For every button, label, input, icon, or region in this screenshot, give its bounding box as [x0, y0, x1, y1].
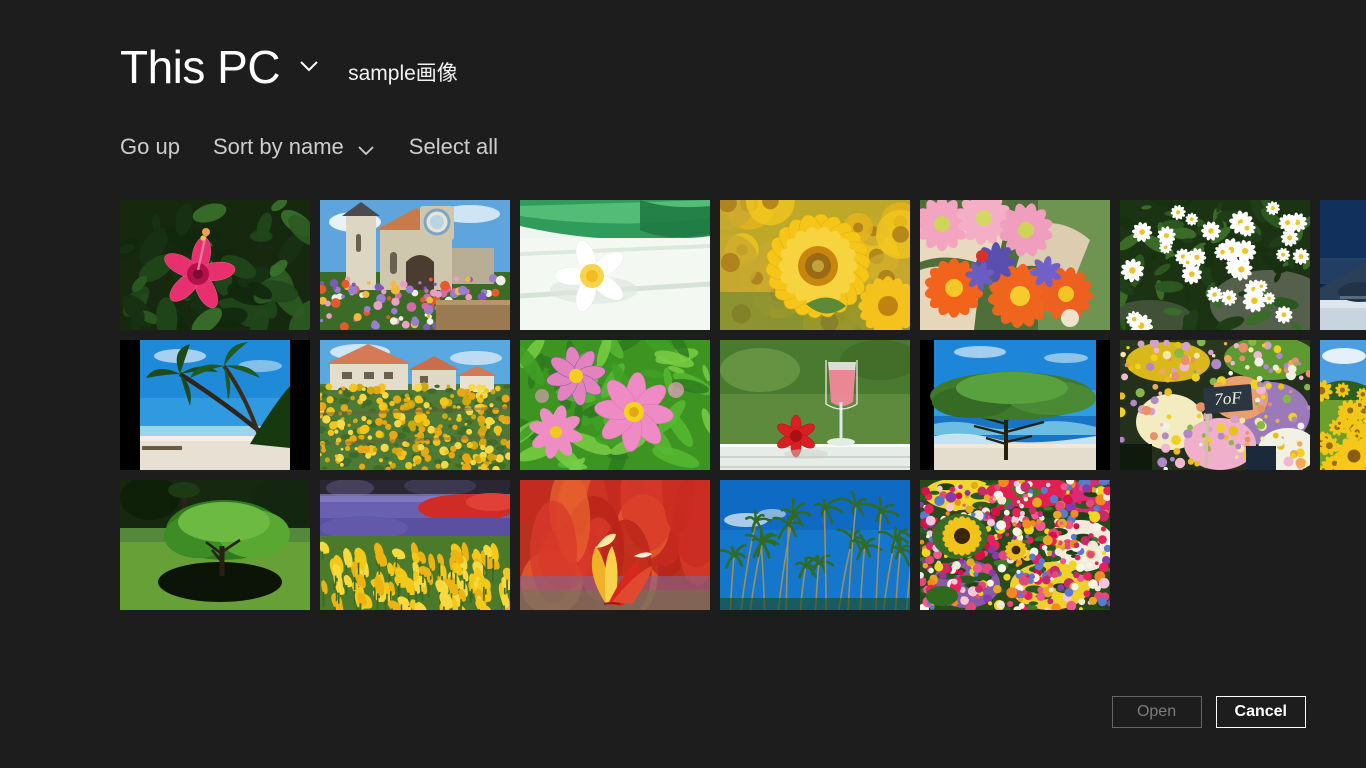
thumbnail-yellow-tulip-field[interactable]	[320, 480, 510, 610]
sort-by-name-button[interactable]: Sort by name	[213, 134, 376, 160]
chevron-down-icon[interactable]	[296, 53, 322, 79]
command-bar: Go up Sort by name Select all	[120, 134, 498, 160]
page-title[interactable]: This PC	[120, 44, 281, 90]
thumbnail-palm-trees-blue-sky[interactable]	[720, 480, 910, 610]
select-all-button[interactable]: Select all	[409, 134, 498, 160]
thumbnail-tree-on-beach-shore[interactable]	[920, 340, 1110, 470]
thumbnail-white-plumeria-on-table[interactable]	[520, 200, 710, 330]
thumbnail-sunflower-field[interactable]	[1320, 340, 1366, 470]
thumbnail-winter-snow-landscape[interactable]	[1320, 200, 1366, 330]
file-picker-window: This PC sample画像 Go up Sort by name Sele…	[0, 0, 1366, 768]
sort-by-name-label: Sort by name	[212, 134, 344, 159]
thumbnail-mixed-flower-bed[interactable]	[920, 480, 1110, 610]
thumbnail-white-daisies-ground-cover[interactable]	[1120, 200, 1310, 330]
thumbnail-church-with-flower-garden[interactable]	[320, 200, 510, 330]
thumbnail-tropical-beach-palm-trees[interactable]	[120, 340, 310, 470]
go-up-button[interactable]: Go up	[120, 134, 180, 160]
breadcrumb[interactable]: sample画像	[348, 57, 458, 87]
svg-text:7oF: 7oF	[1213, 388, 1243, 409]
thumbnail-pink-hibiscus-flower[interactable]	[120, 200, 310, 330]
dialog-buttons: Open Cancel	[1111, 696, 1306, 728]
thumbnail-red-tulip-closeup[interactable]	[520, 480, 710, 610]
thumbnail-house-with-yellow-flower-field[interactable]	[320, 340, 510, 470]
thumbnail-pink-drink-glass-with-flower[interactable]	[720, 340, 910, 470]
thumbnail-grid[interactable]: 7oF	[120, 200, 1366, 620]
open-button[interactable]: Open	[1111, 696, 1202, 728]
header: This PC sample画像	[120, 44, 458, 90]
thumbnail-round-tree-on-lawn[interactable]	[120, 480, 310, 610]
thumbnail-pink-cosmos-flowers[interactable]	[520, 340, 710, 470]
thumbnail-gerbera-bouquet[interactable]	[920, 200, 1110, 330]
chevron-down-icon	[356, 140, 376, 160]
cancel-button[interactable]: Cancel	[1215, 696, 1306, 728]
thumbnail-sunflower-closeup[interactable]	[720, 200, 910, 330]
thumbnail-flower-market-price-sign[interactable]: 7oF	[1120, 340, 1310, 470]
